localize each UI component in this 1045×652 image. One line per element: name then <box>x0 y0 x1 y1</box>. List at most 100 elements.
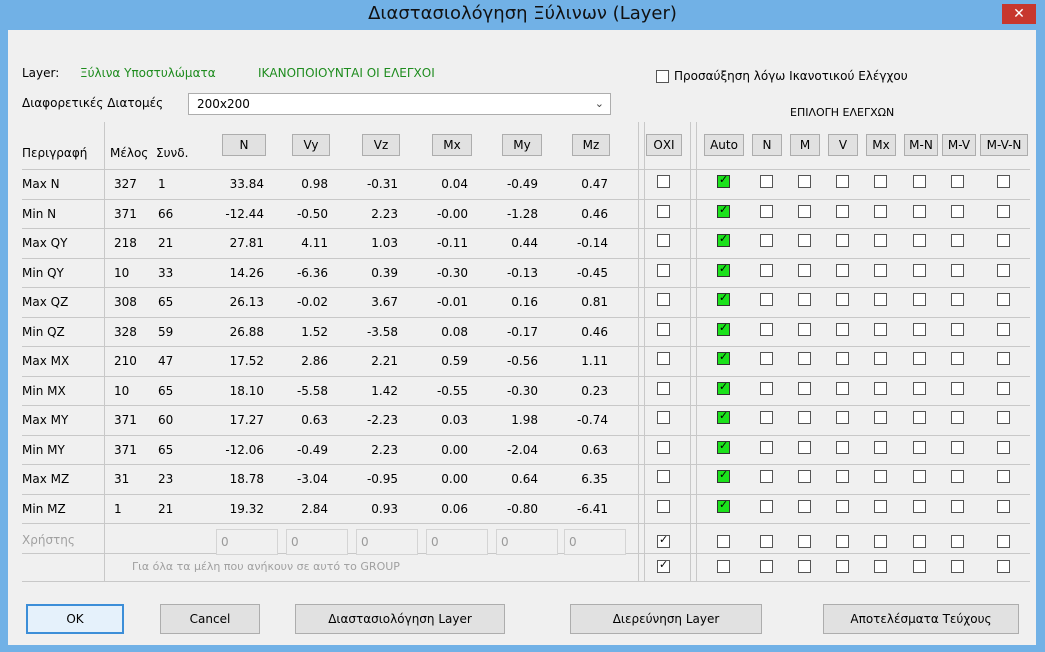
check-checkbox[interactable] <box>760 382 773 395</box>
check-header-7[interactable]: M-V <box>942 134 976 156</box>
check-checkbox[interactable] <box>997 441 1010 454</box>
check-header-6[interactable]: M-N <box>904 134 938 156</box>
section-select[interactable]: 200x200 ⌄ <box>188 93 611 115</box>
check-checkbox[interactable] <box>836 411 849 424</box>
check-checkbox[interactable] <box>760 470 773 483</box>
auto-checkbox[interactable] <box>717 262 730 277</box>
check-checkbox[interactable] <box>760 441 773 454</box>
check-checkbox[interactable] <box>798 293 811 306</box>
check-checkbox[interactable] <box>836 441 849 454</box>
check-checkbox[interactable] <box>836 470 849 483</box>
check-checkbox[interactable] <box>913 323 926 336</box>
column-header-my-button[interactable]: My <box>502 134 542 156</box>
check-checkbox[interactable] <box>997 411 1010 424</box>
check-checkbox[interactable] <box>798 470 811 483</box>
user-check-checkbox[interactable] <box>913 535 926 548</box>
check-checkbox[interactable] <box>913 293 926 306</box>
check-checkbox[interactable] <box>997 175 1010 188</box>
ok-button[interactable]: OK <box>26 604 124 634</box>
check-checkbox[interactable] <box>874 352 887 365</box>
user-check-checkbox[interactable] <box>760 535 773 548</box>
auto-checkbox[interactable] <box>717 468 730 483</box>
check-checkbox[interactable] <box>951 382 964 395</box>
check-checkbox[interactable] <box>951 175 964 188</box>
check-checkbox[interactable] <box>836 382 849 395</box>
group-check-checkbox[interactable] <box>874 560 887 573</box>
check-header-0[interactable]: ΟΧΙ <box>646 134 682 156</box>
user-check-checkbox[interactable] <box>997 535 1010 548</box>
column-header-vy-button[interactable]: Vy <box>292 134 330 156</box>
group-oxi-checkbox[interactable] <box>657 558 670 573</box>
oxi-checkbox[interactable] <box>657 264 670 277</box>
auto-checkbox[interactable] <box>717 350 730 365</box>
title-bar[interactable]: Διαστασιολόγηση Ξύλινων (Layer) ✕ <box>0 0 1045 30</box>
oxi-checkbox[interactable] <box>657 470 670 483</box>
check-checkbox[interactable] <box>798 323 811 336</box>
auto-checkbox[interactable] <box>717 203 730 218</box>
check-checkbox[interactable] <box>951 205 964 218</box>
check-checkbox[interactable] <box>760 352 773 365</box>
check-checkbox[interactable] <box>836 205 849 218</box>
check-checkbox[interactable] <box>951 234 964 247</box>
user-force-input[interactable]: 0 <box>496 529 558 555</box>
check-header-4[interactable]: V <box>828 134 858 156</box>
check-checkbox[interactable] <box>874 264 887 277</box>
check-checkbox[interactable] <box>951 411 964 424</box>
check-checkbox[interactable] <box>798 175 811 188</box>
check-checkbox[interactable] <box>951 293 964 306</box>
user-force-input[interactable]: 0 <box>286 529 348 555</box>
check-header-1[interactable]: Auto <box>704 134 744 156</box>
group-check-checkbox[interactable] <box>760 560 773 573</box>
check-checkbox[interactable] <box>913 205 926 218</box>
check-checkbox[interactable] <box>997 205 1010 218</box>
check-checkbox[interactable] <box>951 323 964 336</box>
check-checkbox[interactable] <box>951 500 964 513</box>
auto-checkbox[interactable] <box>717 409 730 424</box>
close-icon[interactable]: ✕ <box>1002 4 1036 24</box>
check-header-2[interactable]: N <box>752 134 782 156</box>
column-header-n-button[interactable]: N <box>222 134 266 156</box>
check-checkbox[interactable] <box>997 264 1010 277</box>
check-checkbox[interactable] <box>760 175 773 188</box>
check-checkbox[interactable] <box>874 293 887 306</box>
check-header-8[interactable]: M-V-N <box>980 134 1028 156</box>
user-check-checkbox[interactable] <box>717 535 730 548</box>
user-check-checkbox[interactable] <box>951 535 964 548</box>
check-checkbox[interactable] <box>997 234 1010 247</box>
auto-checkbox[interactable] <box>717 173 730 188</box>
check-checkbox[interactable] <box>951 470 964 483</box>
user-force-input[interactable]: 0 <box>216 529 278 555</box>
group-check-checkbox[interactable] <box>913 560 926 573</box>
check-header-3[interactable]: M <box>790 134 820 156</box>
group-check-checkbox[interactable] <box>836 560 849 573</box>
check-checkbox[interactable] <box>836 352 849 365</box>
check-checkbox[interactable] <box>997 323 1010 336</box>
auto-checkbox[interactable] <box>717 439 730 454</box>
check-checkbox[interactable] <box>874 500 887 513</box>
user-oxi-checkbox[interactable] <box>657 533 670 548</box>
check-checkbox[interactable] <box>798 234 811 247</box>
oxi-checkbox[interactable] <box>657 205 670 218</box>
check-checkbox[interactable] <box>874 411 887 424</box>
check-checkbox[interactable] <box>913 352 926 365</box>
user-force-input[interactable]: 0 <box>356 529 418 555</box>
oxi-checkbox[interactable] <box>657 234 670 247</box>
check-checkbox[interactable] <box>913 264 926 277</box>
oxi-checkbox[interactable] <box>657 293 670 306</box>
check-header-5[interactable]: Mx <box>866 134 896 156</box>
user-force-input[interactable]: 0 <box>426 529 488 555</box>
user-check-checkbox[interactable] <box>798 535 811 548</box>
auto-checkbox[interactable] <box>717 232 730 247</box>
check-checkbox[interactable] <box>760 323 773 336</box>
check-checkbox[interactable] <box>798 205 811 218</box>
oxi-checkbox[interactable] <box>657 441 670 454</box>
oxi-checkbox[interactable] <box>657 175 670 188</box>
check-checkbox[interactable] <box>798 441 811 454</box>
check-checkbox[interactable] <box>836 234 849 247</box>
check-checkbox[interactable] <box>836 293 849 306</box>
column-header-vz-button[interactable]: Vz <box>362 134 400 156</box>
check-checkbox[interactable] <box>760 293 773 306</box>
investigate-layer-button[interactable]: Διερεύνηση Layer <box>570 604 762 634</box>
user-force-input[interactable]: 0 <box>564 529 626 555</box>
oxi-checkbox[interactable] <box>657 352 670 365</box>
